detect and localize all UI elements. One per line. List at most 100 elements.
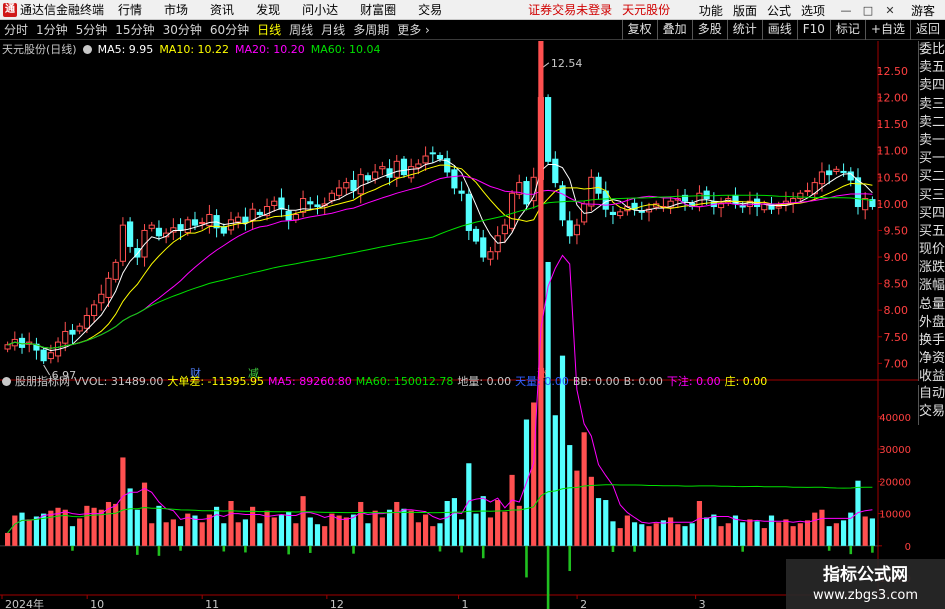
vol-bar xyxy=(257,523,263,546)
side-zongliang[interactable]: 总量 xyxy=(919,296,945,314)
side-buy5[interactable]: 买五 xyxy=(919,223,945,241)
vol-bar xyxy=(177,526,184,546)
side-buy4[interactable]: 买四 xyxy=(919,205,945,223)
menu-gongneng[interactable]: 功能 xyxy=(699,2,723,19)
candle-body xyxy=(494,235,501,253)
tool-huaxian[interactable]: 画线 xyxy=(761,20,797,40)
menu-shichang[interactable]: 市场 xyxy=(164,1,188,18)
vol-bar xyxy=(84,505,90,546)
vol-bar xyxy=(502,511,508,546)
period-multi[interactable]: 多周期 xyxy=(349,21,393,38)
candle-body xyxy=(47,352,54,360)
price-tick-label: 10.00 xyxy=(877,198,909,211)
period-1min[interactable]: 1分钟 xyxy=(32,21,72,38)
period-more[interactable]: 更多 › xyxy=(393,21,434,38)
tool-biaoji[interactable]: 标记 xyxy=(829,20,865,40)
price-tick-label: 9.50 xyxy=(884,224,909,237)
period-fenshi[interactable]: 分时 xyxy=(0,21,32,38)
menu-faxian[interactable]: 发现 xyxy=(256,1,280,18)
candle-body xyxy=(408,166,415,179)
kline-chart[interactable]: 7.00 7.50 8.00 8.50 9.00 9.50 10.00 10.50 11.00 1… xyxy=(0,41,918,609)
tool-f10[interactable]: F10 xyxy=(796,20,830,40)
candle-body xyxy=(220,226,227,234)
side-waipan[interactable]: 外盘 xyxy=(919,314,945,332)
period-15min[interactable]: 15分钟 xyxy=(111,21,158,38)
menu-caifuquan[interactable]: 财富圈 xyxy=(360,1,396,18)
menu-hangqing[interactable]: 行情 xyxy=(118,1,142,18)
dadan-bar xyxy=(633,545,636,552)
candle-body xyxy=(739,205,746,208)
side-mai3[interactable]: 卖三 xyxy=(919,96,945,114)
candle-body xyxy=(127,221,134,247)
tool-duogu[interactable]: 多股 xyxy=(691,20,727,40)
vol-bar xyxy=(134,509,140,546)
side-jingzi[interactable]: 净资 xyxy=(919,350,945,368)
menu-banmian[interactable]: 版面 xyxy=(733,2,757,19)
login-notice[interactable]: 证券交易未登录 xyxy=(528,1,612,18)
user-label[interactable]: 游客 xyxy=(911,2,935,19)
side-mai1[interactable]: 卖一 xyxy=(919,132,945,150)
tool-fanhui[interactable]: 返回 xyxy=(909,20,945,40)
maximize-icon[interactable]: □ xyxy=(857,4,879,17)
menu-xuanxiang[interactable]: 选项 xyxy=(801,2,825,19)
minimize-icon[interactable]: — xyxy=(835,4,857,17)
settings-circle-icon[interactable] xyxy=(82,44,92,54)
side-mai5[interactable]: 卖五 xyxy=(919,59,945,77)
period-60min[interactable]: 60分钟 xyxy=(206,21,253,38)
side-buy2[interactable]: 买二 xyxy=(919,168,945,186)
tool-fuquan[interactable]: 复权 xyxy=(621,20,657,40)
candle-body xyxy=(573,224,581,236)
ma10-value: MA10: 10.22 xyxy=(159,42,230,56)
candle-body xyxy=(119,224,127,262)
tool-zixuan[interactable]: +自选 xyxy=(864,20,910,40)
side-auto[interactable]: 自动 xyxy=(919,385,945,403)
menu-gongshi[interactable]: 公式 xyxy=(767,2,791,19)
stock-title: 天元股份(日线) xyxy=(2,43,77,56)
price-tick-label: 8.50 xyxy=(884,278,909,291)
menu-jiaoyi[interactable]: 交易 xyxy=(418,1,442,18)
vol-bar xyxy=(206,514,212,546)
vol-bar xyxy=(797,523,803,546)
side-mai2[interactable]: 卖二 xyxy=(919,114,945,132)
vol-bar xyxy=(214,506,220,546)
vol-bar xyxy=(415,522,421,546)
candle-body xyxy=(76,325,83,332)
side-buy3[interactable]: 买三 xyxy=(919,187,945,205)
vol-bar xyxy=(156,505,162,546)
period-weekly[interactable]: 周线 xyxy=(285,21,317,38)
side-zhangfu[interactable]: 涨幅 xyxy=(919,277,945,295)
vol-bar xyxy=(77,518,83,546)
vol-bar xyxy=(386,509,393,546)
vol-bar xyxy=(451,498,458,546)
period-daily[interactable]: 日线 xyxy=(253,21,285,38)
side-buy1[interactable]: 买一 xyxy=(919,150,945,168)
dadan-bar xyxy=(568,545,572,572)
dadan-bar xyxy=(546,545,550,609)
period-30min[interactable]: 30分钟 xyxy=(159,21,206,38)
tool-tongji[interactable]: 统计 xyxy=(726,20,762,40)
side-weibi[interactable]: 委比 xyxy=(919,41,945,59)
side-xianjia[interactable]: 现价 xyxy=(919,241,945,259)
tool-diejia[interactable]: 叠加 xyxy=(656,20,692,40)
close-icon[interactable]: ✕ xyxy=(879,4,901,17)
vol-bar xyxy=(545,261,551,546)
price-tick-label: 11.50 xyxy=(877,118,909,131)
side-mai4[interactable]: 卖四 xyxy=(919,77,945,95)
vol-bar xyxy=(314,524,321,546)
candle-body xyxy=(566,220,573,237)
indicator-circle-icon[interactable] xyxy=(2,376,11,386)
side-trade[interactable]: 交易 xyxy=(919,403,945,421)
vol-bar xyxy=(401,508,407,546)
zhuang-value: 庄: 0.00 xyxy=(724,375,768,388)
menu-zixun[interactable]: 资讯 xyxy=(210,1,234,18)
side-huanshou[interactable]: 换手 xyxy=(919,332,945,350)
dadan-bar xyxy=(352,545,355,554)
menu-wenxiaoda[interactable]: 问小达 xyxy=(302,1,338,18)
side-shouyi[interactable]: 收益 xyxy=(919,368,945,386)
side-zhangdie[interactable]: 涨跌 xyxy=(919,259,945,277)
period-monthly[interactable]: 月线 xyxy=(317,21,349,38)
period-5min[interactable]: 5分钟 xyxy=(72,21,112,38)
vol-bar xyxy=(740,522,746,546)
vol-bar xyxy=(711,514,717,546)
candle-body xyxy=(372,171,379,180)
